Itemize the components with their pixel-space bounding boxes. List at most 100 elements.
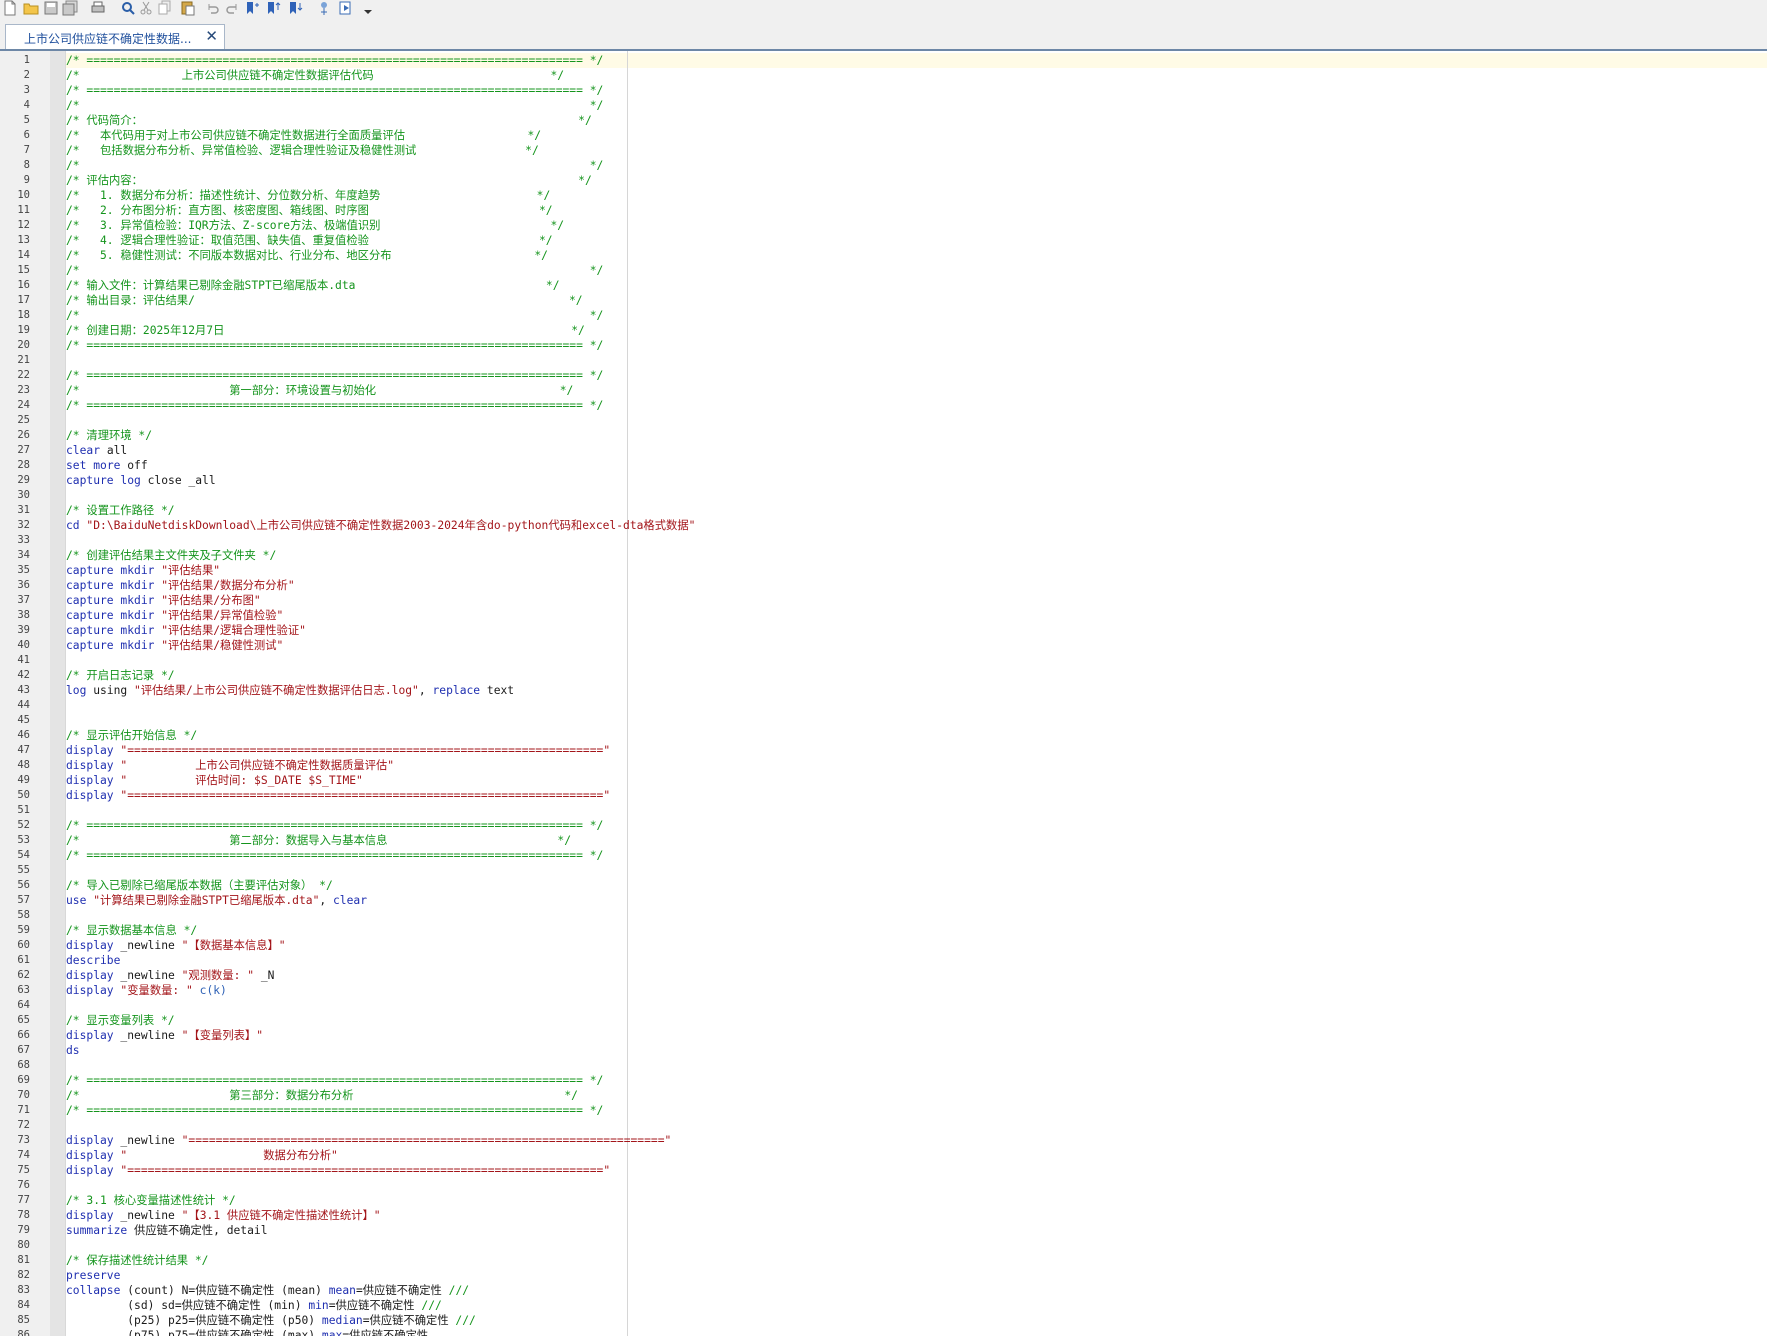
code-line[interactable]: 83 collapse (count) N=供应链不确定性 (mean) mean…	[0, 1283, 1767, 1298]
code-line[interactable]: 35 capture mkdir "评估结果"	[0, 563, 1767, 578]
code-line[interactable]: 25	[0, 413, 1767, 428]
code-line[interactable]: 54 /* ===================================…	[0, 848, 1767, 863]
code-line[interactable]: 5 /* 代码简介： */	[0, 113, 1767, 128]
code-line[interactable]: 17 /* 输出目录：评估结果/ */	[0, 293, 1767, 308]
code-line[interactable]: 14 /* 5. 稳健性测试：不同版本数据对比、行业分布、地区分布 */	[0, 248, 1767, 263]
code-line[interactable]: 58	[0, 908, 1767, 923]
code-line[interactable]: 70 /* 第三部分：数据分布分析 */	[0, 1088, 1767, 1103]
code-line[interactable]: 49 display " 评估时间: $S_DATE $S_TIME"	[0, 773, 1767, 788]
open-folder-icon[interactable]	[23, 0, 39, 16]
code-line[interactable]: 50 display "=============================…	[0, 788, 1767, 803]
code-line[interactable]: 27 clear all	[0, 443, 1767, 458]
code-line[interactable]: 52 /* ===================================…	[0, 818, 1767, 833]
save-all-icon[interactable]	[62, 0, 78, 16]
code-line[interactable]: 46 /* 显示评估开始信息 */	[0, 728, 1767, 743]
code-line[interactable]: 57 use "计算结果已剔除金融STPT已缩尾版本.dta", clear	[0, 893, 1767, 908]
code-line[interactable]: 18 /* */	[0, 308, 1767, 323]
code-line[interactable]: 86 (p75) p75=供应链不确定性 (max) max=供应链不确定性	[0, 1328, 1767, 1336]
code-line[interactable]: 43 log using "评估结果/上市公司供应链不确定性数据评估日志.log"…	[0, 683, 1767, 698]
code-line[interactable]: 64	[0, 998, 1767, 1013]
code-line[interactable]: 74 display " 数据分布分析"	[0, 1148, 1767, 1163]
run-icon[interactable]	[316, 0, 332, 16]
code-line[interactable]: 9 /* 评估内容： */	[0, 173, 1767, 188]
code-line[interactable]: 84 (sd) sd=供应链不确定性 (min) min=供应链不确定性 ///	[0, 1298, 1767, 1313]
code-line[interactable]: 10 /* 1. 数据分布分析：描述性统计、分位数分析、年度趋势 */	[0, 188, 1767, 203]
code-line[interactable]: 36 capture mkdir "评估结果/数据分布分析"	[0, 578, 1767, 593]
code-line[interactable]: 53 /* 第二部分：数据导入与基本信息 */	[0, 833, 1767, 848]
code-line[interactable]: 24 /* ===================================…	[0, 398, 1767, 413]
code-line[interactable]: 6 /* 本代码用于对上市公司供应链不确定性数据进行全面质量评估 */	[0, 128, 1767, 143]
bookmark-next-icon[interactable]	[287, 0, 303, 16]
code-line[interactable]: 32 cd "D:\BaiduNetdiskDownload\上市公司供应链不确定…	[0, 518, 1767, 533]
bookmark-toggle-icon[interactable]	[244, 0, 260, 16]
print-icon[interactable]	[90, 0, 106, 16]
code-line[interactable]: 55	[0, 863, 1767, 878]
code-line[interactable]: 4 /* */	[0, 98, 1767, 113]
find-icon[interactable]	[120, 0, 136, 16]
code-line[interactable]: 33	[0, 533, 1767, 548]
tab-do-file[interactable]: 上市公司供应链不确定性数据... ✕	[5, 24, 225, 49]
new-file-icon[interactable]	[2, 0, 18, 16]
code-line[interactable]: 37 capture mkdir "评估结果/分布图"	[0, 593, 1767, 608]
code-line[interactable]: 3 /* ====================================…	[0, 83, 1767, 98]
code-line[interactable]: 1 /* ====================================…	[0, 53, 1767, 68]
code-line[interactable]: 31 /* 设置工作路径 */	[0, 503, 1767, 518]
code-line[interactable]: 39 capture mkdir "评估结果/逻辑合理性验证"	[0, 623, 1767, 638]
copy-icon[interactable]	[157, 0, 173, 16]
code-line[interactable]: 28 set more off	[0, 458, 1767, 473]
code-line[interactable]: 62 display _newline "观测数量: " _N	[0, 968, 1767, 983]
code-line[interactable]: 69 /* ===================================…	[0, 1073, 1767, 1088]
redo-icon[interactable]	[224, 0, 240, 16]
code-editor[interactable]: 1 /* ====================================…	[0, 51, 1767, 1336]
cut-icon[interactable]	[138, 0, 154, 16]
paste-icon[interactable]	[180, 0, 196, 16]
code-line[interactable]: 56 /* 导入已剔除已缩尾版本数据（主要评估对象） */	[0, 878, 1767, 893]
code-line[interactable]: 41	[0, 653, 1767, 668]
code-line[interactable]: 29 capture log close _all	[0, 473, 1767, 488]
code-line[interactable]: 68	[0, 1058, 1767, 1073]
code-line[interactable]: 76	[0, 1178, 1767, 1193]
execute-selection-icon[interactable]	[338, 0, 354, 16]
save-icon[interactable]	[43, 0, 59, 16]
code-line[interactable]: 75 display "=============================…	[0, 1163, 1767, 1178]
code-line[interactable]: 59 /* 显示数据基本信息 */	[0, 923, 1767, 938]
code-line[interactable]: 38 capture mkdir "评估结果/异常值检验"	[0, 608, 1767, 623]
code-line[interactable]: 12 /* 3. 异常值检验：IQR方法、Z-score方法、极端值识别 */	[0, 218, 1767, 233]
code-line[interactable]: 13 /* 4. 逻辑合理性验证：取值范围、缺失值、重复值检验 */	[0, 233, 1767, 248]
code-line[interactable]: 42 /* 开启日志记录 */	[0, 668, 1767, 683]
code-line[interactable]: 82 preserve	[0, 1268, 1767, 1283]
code-line[interactable]: 73 display _newline "====================…	[0, 1133, 1767, 1148]
code-line[interactable]: 45	[0, 713, 1767, 728]
code-line[interactable]: 11 /* 2. 分布图分析：直方图、核密度图、箱线图、时序图 */	[0, 203, 1767, 218]
code-line[interactable]: 66 display _newline "【变量列表】"	[0, 1028, 1767, 1043]
code-line[interactable]: 79 summarize 供应链不确定性, detail	[0, 1223, 1767, 1238]
code-line[interactable]: 15 /* */	[0, 263, 1767, 278]
code-line[interactable]: 2 /* 上市公司供应链不确定性数据评估代码 */	[0, 68, 1767, 83]
code-line[interactable]: 77 /* 3.1 核心变量描述性统计 */	[0, 1193, 1767, 1208]
code-line[interactable]: 81 /* 保存描述性统计结果 */	[0, 1253, 1767, 1268]
code-line[interactable]: 8 /* */	[0, 158, 1767, 173]
tab-close-icon[interactable]: ✕	[205, 28, 218, 44]
code-line[interactable]: 85 (p25) p25=供应链不确定性 (p50) median=供应链不确定…	[0, 1313, 1767, 1328]
code-line[interactable]: 71 /* ===================================…	[0, 1103, 1767, 1118]
code-line[interactable]: 60 display _newline "【数据基本信息】"	[0, 938, 1767, 953]
code-line[interactable]: 23 /* 第一部分：环境设置与初始化 */	[0, 383, 1767, 398]
code-line[interactable]: 22 /* ===================================…	[0, 368, 1767, 383]
code-line[interactable]: 26 /* 清理环境 */	[0, 428, 1767, 443]
code-line[interactable]: 30	[0, 488, 1767, 503]
code-line[interactable]: 67 ds	[0, 1043, 1767, 1058]
code-line[interactable]: 48 display " 上市公司供应链不确定性数据质量评估"	[0, 758, 1767, 773]
code-line[interactable]: 65 /* 显示变量列表 */	[0, 1013, 1767, 1028]
code-line[interactable]: 80	[0, 1238, 1767, 1253]
code-line[interactable]: 34 /* 创建评估结果主文件夹及子文件夹 */	[0, 548, 1767, 563]
code-line[interactable]: 40 capture mkdir "评估结果/稳健性测试"	[0, 638, 1767, 653]
code-line[interactable]: 47 display "=============================…	[0, 743, 1767, 758]
code-line[interactable]: 19 /* 创建日期：2025年12月7日 */	[0, 323, 1767, 338]
code-line[interactable]: 16 /* 输入文件：计算结果已剔除金融STPT已缩尾版本.dta */	[0, 278, 1767, 293]
code-line[interactable]: 61 describe	[0, 953, 1767, 968]
code-line[interactable]: 20 /* ===================================…	[0, 338, 1767, 353]
code-line[interactable]: 51	[0, 803, 1767, 818]
bookmark-previous-icon[interactable]	[265, 0, 281, 16]
code-line[interactable]: 44	[0, 698, 1767, 713]
code-line[interactable]: 7 /* 包括数据分布分析、异常值检验、逻辑合理性验证及稳健性测试 */	[0, 143, 1767, 158]
